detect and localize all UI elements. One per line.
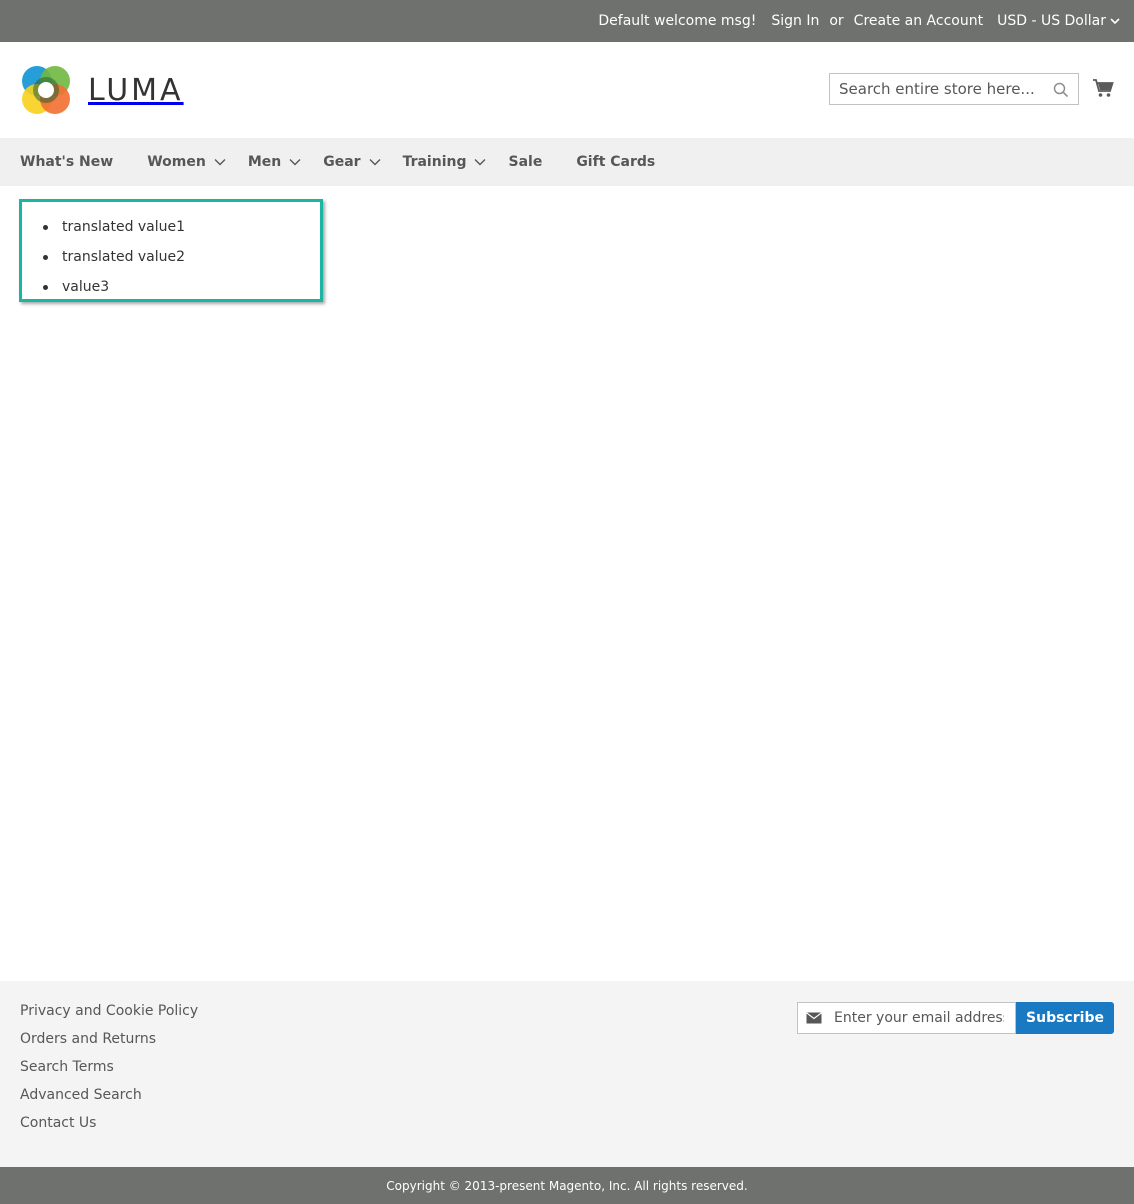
store-logo[interactable]: LUMA [20, 64, 184, 116]
search-box [829, 73, 1079, 105]
nav-item-men[interactable]: Men [248, 154, 301, 170]
footer-link-search-terms[interactable]: Search Terms [20, 1057, 198, 1085]
nav-item-gear[interactable]: Gear [323, 154, 381, 170]
main-navigation: What's New Women Men Gear Training Sale … [0, 138, 1134, 186]
copyright-bar: Copyright © 2013-present Magento, Inc. A… [0, 1167, 1134, 1204]
list-item: translated value2 [43, 242, 320, 272]
cart-icon[interactable] [1092, 77, 1114, 99]
chevron-down-icon [289, 159, 301, 166]
search-icon[interactable] [1053, 82, 1069, 98]
footer-link-orders-returns[interactable]: Orders and Returns [20, 1029, 198, 1057]
nav-item-label: Sale [508, 154, 543, 170]
chevron-down-icon [369, 159, 381, 166]
nav-item-training[interactable]: Training [403, 154, 487, 170]
top-bar: Default welcome msg! Sign In or Create a… [0, 0, 1134, 42]
logo-text: LUMA [88, 72, 184, 108]
nav-item-label: Women [147, 154, 206, 170]
nav-item-whats-new[interactable]: What's New [20, 154, 113, 170]
create-account-link[interactable]: Create an Account [854, 13, 983, 29]
nav-item-women[interactable]: Women [147, 154, 226, 170]
envelope-icon [806, 1012, 822, 1024]
currency-label: USD - US Dollar [997, 13, 1106, 29]
footer-link-contact-us[interactable]: Contact Us [20, 1113, 198, 1141]
newsletter-field [797, 1002, 1016, 1034]
highlighted-value-list: translated value1 translated value2 valu… [19, 199, 323, 302]
newsletter-email-input[interactable] [834, 1010, 1004, 1026]
nav-item-gift-cards[interactable]: Gift Cards [576, 154, 655, 170]
nav-item-label: What's New [20, 154, 114, 170]
footer-links: Privacy and Cookie Policy Orders and Ret… [20, 1001, 198, 1141]
newsletter-form: Subscribe [797, 1002, 1114, 1034]
sign-in-link[interactable]: Sign In [771, 13, 819, 29]
nav-item-label: Gear [323, 154, 361, 170]
search-input[interactable] [830, 74, 1040, 104]
footer-link-advanced-search[interactable]: Advanced Search [20, 1085, 198, 1113]
list-item: translated value1 [43, 212, 320, 242]
copyright-text: Copyright © 2013-present Magento, Inc. A… [386, 1178, 748, 1193]
chevron-down-icon [1110, 17, 1120, 24]
welcome-message: Default welcome msg! [598, 13, 757, 29]
header: LUMA [0, 42, 1134, 138]
footer: Privacy and Cookie Policy Orders and Ret… [0, 981, 1134, 1167]
nav-item-label: Men [247, 154, 282, 170]
or-separator: or [829, 13, 844, 29]
nav-item-label: Gift Cards [576, 154, 656, 170]
list-item: value3 [43, 272, 320, 302]
nav-item-sale[interactable]: Sale [508, 154, 542, 170]
currency-switcher[interactable]: USD - US Dollar [997, 13, 1120, 29]
top-links: Default welcome msg! Sign In or Create a… [598, 0, 1120, 42]
chevron-down-icon [214, 159, 226, 166]
chevron-down-icon [474, 159, 486, 166]
luma-logo-icon [22, 66, 70, 114]
subscribe-button[interactable]: Subscribe [1016, 1002, 1114, 1034]
footer-link-privacy[interactable]: Privacy and Cookie Policy [20, 1001, 198, 1029]
nav-item-label: Training [402, 154, 467, 170]
